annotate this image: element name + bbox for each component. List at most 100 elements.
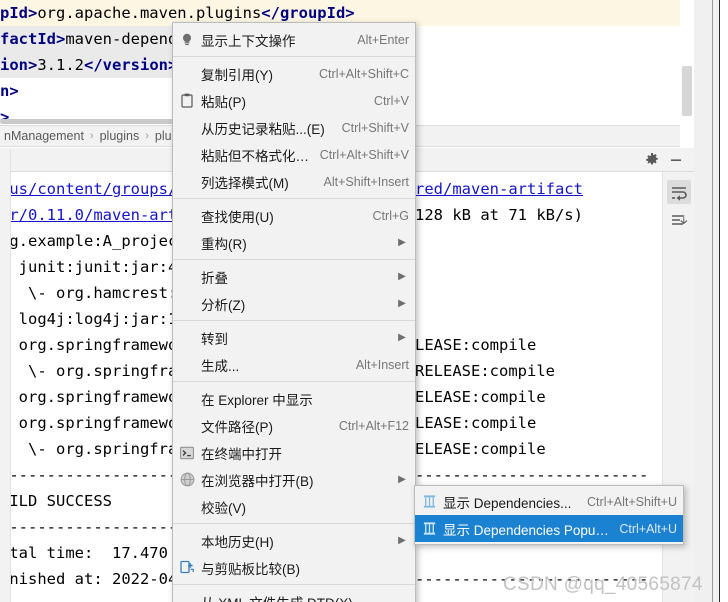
gear-icon[interactable] <box>644 152 660 168</box>
blank-icon <box>173 294 201 314</box>
blank-icon <box>173 328 201 348</box>
menu-item-label: 显示上下文操作 <box>201 33 296 49</box>
console-right-line-4: ELEASE:compile <box>415 388 546 406</box>
breadcrumb-separator-icon: › <box>145 130 149 142</box>
menu-item-accelerator: Ctrl+Alt+Shift+C <box>319 66 409 81</box>
editor-vertical-scrollbar-thumb[interactable] <box>682 66 692 116</box>
console-right-line-6: ELEASE:compile <box>415 440 546 458</box>
menu-item-local-history[interactable]: 本地历史(H) ▶ <box>173 527 415 554</box>
menu-item-copy-reference[interactable]: 复制引用(Y) Ctrl+Alt+Shift+C <box>173 60 415 87</box>
menu-item-generate-dtd-from-xml[interactable]: 从 XML 文件生成 DTD(X) <box>173 588 415 602</box>
breadcrumb-item-1[interactable]: plugins <box>98 129 142 143</box>
menu-item-analyze[interactable]: 分析(Z) ▶ <box>173 290 415 317</box>
console-line-4: \- org.hamcrest:ha <box>0 284 196 302</box>
console-line-8: - org.springframewor <box>0 388 187 406</box>
menu-item-label: 折叠 <box>201 270 228 286</box>
editor-context-menu[interactable]: 显示上下文操作 Alt+Enter 复制引用(Y) Ctrl+Alt+Shift… <box>172 22 416 602</box>
menu-item-label: 列选择模式(M) <box>201 175 289 191</box>
console-line-0[interactable]: xus/content/groups/p <box>0 176 187 202</box>
menu-separator <box>173 320 415 321</box>
menu-item-folding[interactable]: 折叠 ▶ <box>173 263 415 290</box>
diagram-icon <box>415 492 443 512</box>
submenu-item-show-dependencies-popup[interactable]: 显示 Dependencies Popup... Ctrl+Alt+U <box>415 515 683 542</box>
console-line-12: UILD SUCCESS <box>0 492 112 510</box>
console-line-1[interactable]: er/0.11.0/maven-art <box>0 202 177 228</box>
console-right-line-3: RELEASE:compile <box>415 362 555 380</box>
menu-separator <box>173 56 415 57</box>
console-right-line-5: LEASE:compile <box>415 414 537 432</box>
blank-icon <box>173 355 201 375</box>
blank-icon <box>173 389 201 409</box>
menu-item-show-context-actions[interactable]: 显示上下文操作 Alt+Enter <box>173 26 415 53</box>
compare-clipboard-icon <box>173 558 201 578</box>
console-gutter <box>0 148 11 602</box>
clipboard-icon <box>173 91 201 111</box>
menu-item-accelerator: Ctrl+Shift+V <box>341 120 409 135</box>
soft-wrap-icon[interactable] <box>667 180 691 204</box>
blank-icon <box>173 145 201 165</box>
submenu-item-show-dependencies[interactable]: 显示 Dependencies... Ctrl+Alt+Shift+U <box>415 488 683 515</box>
menu-separator <box>173 381 415 382</box>
menu-item-column-selection-mode[interactable]: 列选择模式(M) Alt+Shift+Insert <box>173 168 415 195</box>
editor-line-1-tag: pId> <box>0 4 38 22</box>
console-line-15: inished at: 2022-04- <box>0 570 187 588</box>
diagrams-submenu[interactable]: 显示 Dependencies... Ctrl+Alt+Shift+U 显示 D… <box>414 485 684 545</box>
blank-icon <box>173 118 201 138</box>
submenu-item-accelerator: Ctrl+Alt+Shift+U <box>587 494 677 509</box>
window-right-edge <box>694 0 728 602</box>
console-right-line-0[interactable]: red/maven-artifact <box>415 176 583 202</box>
console-line-2: rg.example:A_project <box>0 232 187 250</box>
menu-item-accelerator: Ctrl+G <box>372 208 409 223</box>
menu-item-label: 粘贴但不格式化(W) <box>201 148 310 164</box>
blank-icon <box>173 592 201 602</box>
editor-line-1-value: org.apache.maven.plugins <box>37 4 262 22</box>
menu-item-generate[interactable]: 生成... Alt+Insert <box>173 351 415 378</box>
submenu-item-accelerator: Ctrl+Alt+U <box>619 521 677 536</box>
menu-item-refactor[interactable]: 重构(R) ▶ <box>173 229 415 256</box>
menu-item-open-in-browser[interactable]: 在浏览器中打开(B) ▶ <box>173 466 415 493</box>
console-right-line-2: LEASE:compile <box>415 336 537 354</box>
menu-item-compare-with-clipboard[interactable]: 与剪贴板比较(B) <box>173 554 415 581</box>
blank-icon <box>173 233 201 253</box>
editor-line-3-tag: ion> <box>0 56 38 74</box>
blank-icon <box>173 531 201 551</box>
menu-item-validate[interactable]: 校验(V) <box>173 493 415 520</box>
breadcrumb-separator-icon: › <box>89 130 94 142</box>
menu-item-accelerator: Alt+Insert <box>355 357 409 372</box>
blank-icon <box>173 416 201 436</box>
menu-item-label: 与剪贴板比较(B) <box>201 561 300 577</box>
menu-item-accelerator: Alt+Shift+Insert <box>323 174 409 189</box>
scroll-to-end-icon[interactable] <box>667 208 691 232</box>
menu-item-show-in-explorer[interactable]: 在 Explorer 中显示 <box>173 385 415 412</box>
menu-item-label: 在浏览器中打开(B) <box>201 473 314 489</box>
blank-icon <box>173 206 201 226</box>
editor-line-1-close: </groupId> <box>261 4 355 22</box>
menu-separator <box>173 259 415 260</box>
menu-item-label: 转到 <box>201 331 228 347</box>
minimize-icon[interactable] <box>668 152 684 168</box>
menu-item-paste-from-history[interactable]: 从历史记录粘贴...(E) Ctrl+Shift+V <box>173 114 415 141</box>
window-edge-fill <box>720 0 728 602</box>
menu-item-label: 从历史记录粘贴...(E) <box>201 121 325 137</box>
menu-item-label: 分析(Z) <box>201 297 246 313</box>
submenu-item-label: 显示 Dependencies Popup... <box>443 522 610 538</box>
diagram-icon <box>415 519 443 539</box>
menu-item-paste-without-formatting[interactable]: 粘贴但不格式化(W) Ctrl+Alt+Shift+V <box>173 141 415 168</box>
window-edge-line-outer <box>719 0 720 602</box>
breadcrumb-item-0[interactable]: nManagement <box>2 129 86 143</box>
menu-item-go-to[interactable]: 转到 ▶ <box>173 324 415 351</box>
chevron-right-icon: ▶ <box>398 535 406 546</box>
menu-item-paste[interactable]: 粘贴(P) Ctrl+V <box>173 87 415 114</box>
menu-item-label: 校验(V) <box>201 500 246 516</box>
menu-item-label: 生成... <box>201 358 240 374</box>
menu-item-label: 在终端中打开 <box>201 446 282 462</box>
window-edge-line-inner <box>712 0 713 602</box>
chevron-right-icon: ▶ <box>398 474 406 485</box>
menu-item-find-usages[interactable]: 查找使用(U) Ctrl+G <box>173 202 415 229</box>
menu-item-file-path[interactable]: 文件路径(P) Ctrl+Alt+F12 <box>173 412 415 439</box>
menu-item-open-in-terminal[interactable]: 在终端中打开 <box>173 439 415 466</box>
console-line-10: \- org.springframe <box>0 440 196 458</box>
menu-item-label: 从 XML 文件生成 DTD(X) <box>201 592 409 602</box>
console-line-3: - junit:junit:jar:4. <box>0 258 187 276</box>
blank-icon <box>173 267 201 287</box>
